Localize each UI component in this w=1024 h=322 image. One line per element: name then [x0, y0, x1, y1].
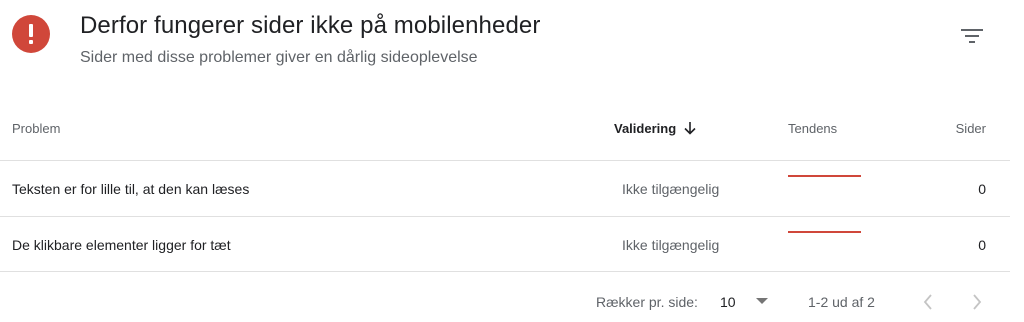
trend-sparkline — [788, 217, 861, 272]
column-header-trend[interactable]: Tendens — [788, 121, 837, 136]
table-row[interactable]: Teksten er for lille til, at den kan læs… — [0, 161, 1010, 216]
column-header-problem[interactable]: Problem — [12, 121, 60, 136]
validation-cell: Ikke tilgængelig — [622, 236, 720, 253]
column-header-validation-label: Validering — [614, 121, 677, 136]
trend-line — [788, 231, 861, 233]
trend-sparkline — [788, 161, 861, 216]
trend-line — [788, 175, 861, 177]
page-subtitle: Sider med disse problemer giver en dårli… — [80, 49, 478, 66]
pages-cell: 0 — [978, 180, 986, 197]
chevron-left-icon — [923, 294, 932, 310]
caret-down-icon — [756, 298, 768, 304]
table-row[interactable]: De klikbare elementer ligger for tæt Ikk… — [0, 217, 1010, 272]
next-page-button[interactable] — [963, 288, 991, 316]
filter-icon — [961, 29, 983, 43]
arrow-down-icon — [684, 122, 696, 135]
column-header-validation[interactable]: Validering — [614, 121, 696, 136]
chevron-right-icon — [973, 294, 982, 310]
divider — [0, 271, 1010, 272]
problem-cell: Teksten er for lille til, at den kan læs… — [12, 180, 250, 197]
pagination-range: 1-2 ud af 2 — [808, 294, 875, 310]
validation-cell: Ikke tilgængelig — [622, 180, 720, 197]
rows-per-page-label: Rækker pr. side: — [596, 294, 698, 310]
pages-cell: 0 — [978, 236, 986, 253]
pagination-bar: Rækker pr. side: 10 1-2 ud af 2 — [0, 284, 1024, 322]
rows-per-page-select[interactable]: 10 — [720, 290, 772, 314]
rows-per-page-value: 10 — [720, 294, 736, 310]
page-header: Derfor fungerer sider ikke på mobilenhed… — [0, 0, 1024, 90]
filter-button[interactable] — [956, 20, 988, 52]
page-title: Derfor fungerer sider ikke på mobilenhed… — [80, 12, 541, 39]
column-header-pages[interactable]: Sider — [956, 121, 986, 136]
previous-page-button[interactable] — [914, 288, 942, 316]
problem-cell: De klikbare elementer ligger for tæt — [12, 236, 231, 253]
error-icon — [12, 15, 50, 53]
